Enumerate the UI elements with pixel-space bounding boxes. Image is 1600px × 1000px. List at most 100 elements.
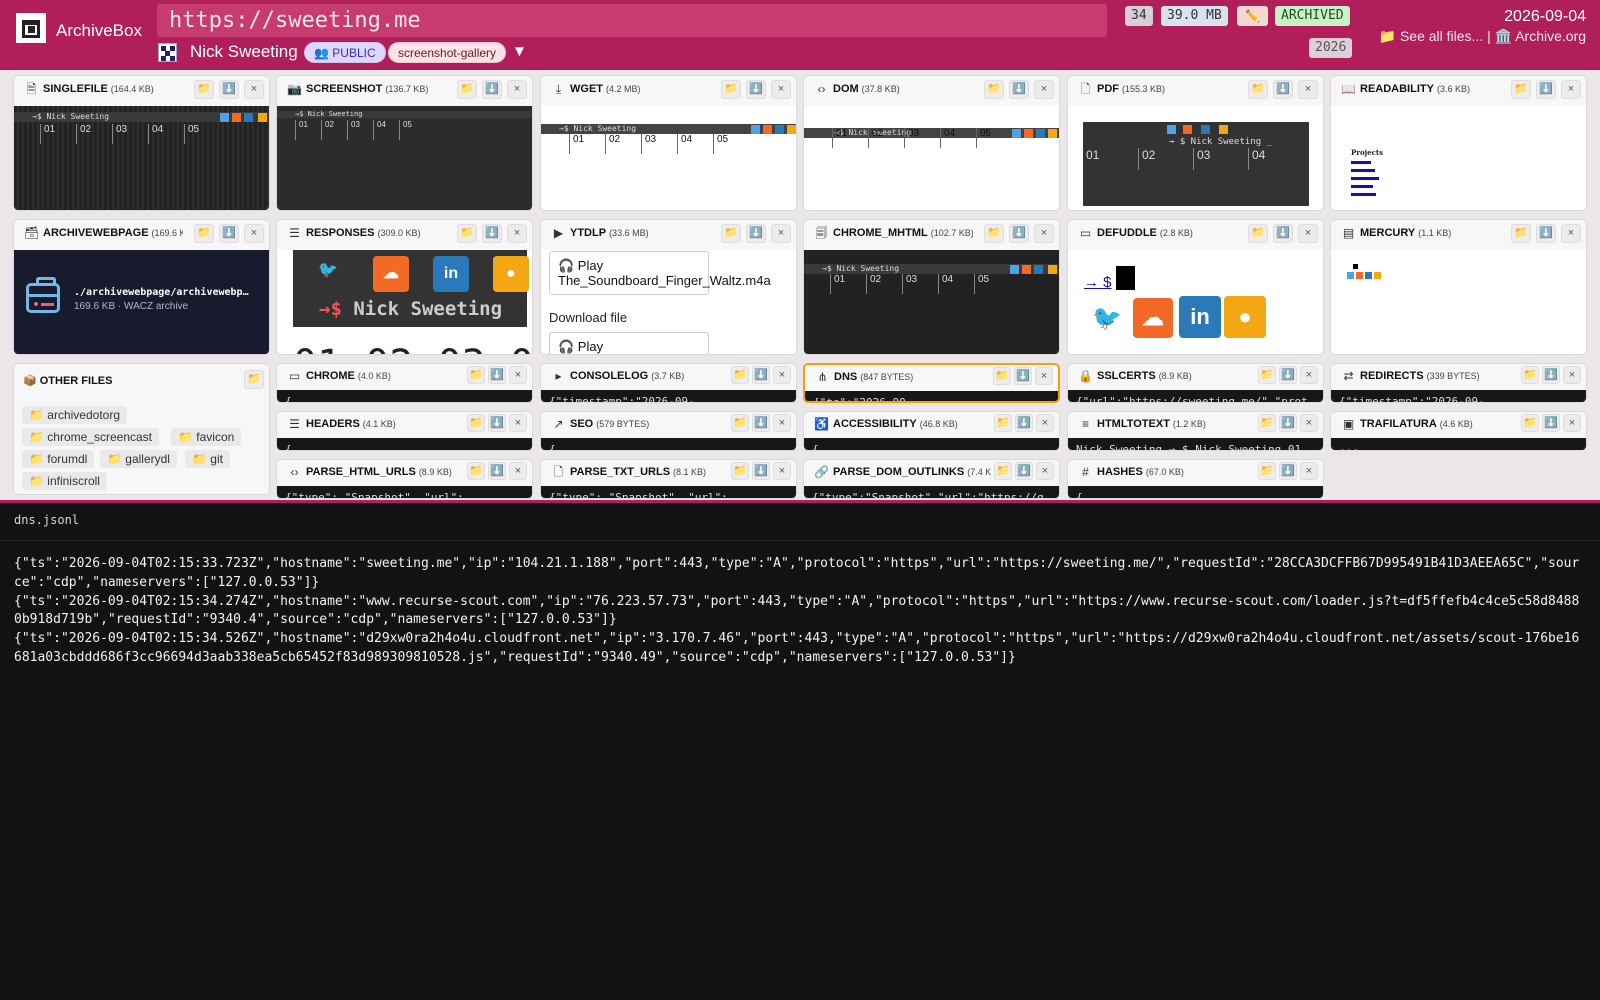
close-button[interactable]: × — [1035, 367, 1053, 385]
folder-button[interactable]: 📁 — [984, 80, 1004, 99]
card-chrome[interactable]: ▭ CHROME (4.0 KB) 📁 ⬇️ × {… — [276, 363, 533, 403]
download-button[interactable]: ⬇️ — [488, 366, 506, 384]
download-button[interactable]: ⬇️ — [1279, 414, 1297, 432]
card-chrome-mhtml[interactable]: 🗐 CHROME_MHTML (102.7 KB) 📁 ⬇️ × →$ Nick Swe… — [803, 219, 1060, 355]
prompt-link[interactable]: → $ — [1084, 274, 1112, 291]
download-button[interactable]: ⬇️ — [752, 414, 770, 432]
preview-ytdlp[interactable]: 🎧 Play The_Soundboard_Finger_Waltz.m4a D… — [541, 250, 796, 354]
card-archivewebpage[interactable]: 🗃ARCHIVEWEBPAGE(169.6 KB) 📁 ⬇️ × ./archive… — [13, 219, 270, 355]
card-wget[interactable]: ⤓ WGET (4.2 MB) 📁 ⬇️ × →$ Nick Sweeting 01 02… — [540, 75, 797, 211]
close-button[interactable]: × — [1298, 224, 1318, 243]
close-button[interactable]: × — [773, 462, 791, 480]
code-preview[interactable]: {"type":"Snapshot","url":"https://g… — [804, 486, 1059, 498]
preview-dom[interactable]: →$ Nick Sweeting 01 02 03 04 05 — [804, 106, 1059, 210]
close-button[interactable]: × — [1300, 414, 1318, 432]
folder-button[interactable]: 📁 — [1511, 80, 1531, 99]
download-file-link[interactable]: Download file — [549, 310, 627, 325]
card-responses[interactable]: ☰ RESPONSES (309.0 KB) 📁 ⬇️ × 🐦 ☁ in ● →$ Ni… — [276, 219, 533, 355]
close-button[interactable]: × — [1561, 80, 1581, 99]
folder-button[interactable]: 📁 — [994, 462, 1012, 480]
folder-button[interactable]: 📁 — [731, 462, 749, 480]
card-seo[interactable]: ↗ SEO (579 BYTES) 📁 ⬇️ × {… — [540, 411, 797, 451]
download-button[interactable]: ⬇️ — [1279, 462, 1297, 480]
download-button[interactable]: ⬇️ — [1009, 224, 1029, 243]
card-parse-txt-urls[interactable]: 🗋 PARSE_TXT_URLS (8.1 KB) 📁 ⬇️ × {"type": "Sna… — [540, 459, 797, 499]
card-hashes[interactable]: # HASHES (67.0 KB) 📁 ⬇️ × {… — [1067, 459, 1324, 499]
folder-button[interactable]: 📁 — [457, 80, 477, 99]
download-button[interactable]: ⬇️ — [1014, 367, 1032, 385]
folder-item[interactable]: 📁 chrome_screencast — [22, 428, 159, 446]
folder-item[interactable]: 📁 git — [185, 450, 230, 468]
download-button[interactable]: ⬇️ — [746, 224, 766, 243]
folder-button[interactable]: 📁 — [731, 366, 749, 384]
code-preview[interactable]: {… — [277, 390, 532, 402]
folder-button[interactable]: 📁 — [1521, 366, 1539, 384]
archivebox-logo[interactable] — [16, 13, 46, 43]
close-button[interactable]: × — [1300, 366, 1318, 384]
close-button[interactable]: × — [244, 224, 264, 243]
twitter-icon[interactable]: 🐦 — [1088, 300, 1126, 338]
code-preview[interactable]: {"timestamp":"2026-09-… — [1331, 390, 1586, 402]
close-button[interactable]: × — [1563, 366, 1581, 384]
folder-button[interactable]: 📁 — [721, 80, 741, 99]
folder-item[interactable]: 📁 archivedotorg — [22, 406, 127, 424]
app-name[interactable]: ArchiveBox — [56, 21, 142, 41]
close-button[interactable]: × — [1561, 224, 1581, 243]
preview-singlefile[interactable]: →$ Nick Sweeting 01 02 03 04 05 — [14, 106, 269, 210]
folder-button[interactable]: 📁 — [1248, 80, 1268, 99]
code-preview[interactable]: {"type": "Snapshot", "url": … — [277, 486, 532, 498]
close-button[interactable]: × — [509, 366, 527, 384]
card-trafilatura[interactable]: ▣ TRAFILATURA (4.6 KB) 📁 ⬇️ × ---… — [1330, 411, 1587, 451]
download-button[interactable]: ⬇️ — [1015, 414, 1033, 432]
preview-archivewebpage[interactable]: ./archivewebpage/archivewebpage.wacz 169… — [14, 250, 269, 354]
close-button[interactable]: × — [1034, 224, 1054, 243]
folder-button[interactable]: 📁 — [467, 462, 485, 480]
download-button[interactable]: ⬇️ — [1273, 224, 1293, 243]
card-sslcerts[interactable]: 🔒 SSLCERTS (8.9 KB) 📁 ⬇️ × {"url":"https://swe… — [1067, 363, 1324, 403]
card-readability[interactable]: 📖 READABILITY (3.6 KB) 📁 ⬇️ × Projects — [1330, 75, 1587, 211]
close-button[interactable]: × — [1034, 80, 1054, 99]
download-button[interactable]: ⬇️ — [219, 224, 239, 243]
close-button[interactable]: × — [1036, 414, 1054, 432]
viewer-content[interactable]: {"ts":"2026-09-04T02:15:33.723Z","hostna… — [14, 555, 1586, 668]
card-accessibility[interactable]: ♿ ACCESSIBILITY (46.8 KB) 📁 ⬇️ × {… — [803, 411, 1060, 451]
folder-button[interactable]: 📁 — [467, 414, 485, 432]
folder-button[interactable]: 📁 — [984, 224, 1004, 243]
url-bar[interactable]: https://sweeting.me — [157, 4, 1107, 37]
preview-pdf[interactable]: → $ Nick Sweeting _ 01 02 03 04 — [1068, 106, 1323, 210]
preview-screenshot[interactable]: →$ Nick Sweeting 01 02 03 04 05 — [277, 106, 532, 210]
folder-button[interactable]: 📁 — [1258, 366, 1276, 384]
linkedin-icon[interactable]: in — [1179, 296, 1221, 338]
preview-chrome-mhtml[interactable]: →$ Nick Sweeting 01 02 03 04 05 — [804, 250, 1059, 354]
card-pdf[interactable]: 🗋 PDF (155.3 KB) 📁 ⬇️ × → $ Nick Sweeting _ … — [1067, 75, 1324, 211]
preview-defuddle[interactable]: → $ 🐦 ☁ in ● — [1068, 250, 1323, 354]
folder-button[interactable]: 📁 — [1258, 414, 1276, 432]
download-button[interactable]: ⬇️ — [219, 80, 239, 99]
card-dom[interactable]: ‹› DOM (37.8 KB) 📁 ⬇️ × →$ Nick Sweeting 01 0… — [803, 75, 1060, 211]
close-button[interactable]: × — [1300, 462, 1318, 480]
preview-mercury[interactable] — [1331, 250, 1586, 354]
download-button[interactable]: ⬇️ — [1015, 462, 1033, 480]
close-button[interactable]: × — [773, 414, 791, 432]
code-preview[interactable]: {… — [277, 438, 532, 450]
card-screenshot[interactable]: 📷 SCREENSHOT (136.7 KB) 📁 ⬇️ × →$ Nick Sweet… — [276, 75, 533, 211]
card-consolelog[interactable]: ▸ CONSOLELOG (3.7 KB) 📁 ⬇️ × {"timestamp":"202… — [540, 363, 797, 403]
download-button[interactable]: ⬇️ — [488, 414, 506, 432]
close-button[interactable]: × — [1036, 462, 1054, 480]
folder-item[interactable]: 📁 forumdl — [22, 450, 95, 468]
folder-button[interactable]: 📁 — [993, 367, 1011, 385]
card-htmltotext[interactable]: ≡ HTMLTOTEXT (1.2 KB) 📁 ⬇️ × Nick Sweeting → $… — [1067, 411, 1324, 451]
close-button[interactable]: × — [244, 80, 264, 99]
preview-wget[interactable]: →$ Nick Sweeting 01 02 03 04 05 — [541, 106, 796, 210]
folder-button[interactable]: 📁 — [194, 224, 214, 243]
folder-button[interactable]: 📁 — [1248, 224, 1268, 243]
folder-button[interactable]: 📁 — [467, 366, 485, 384]
code-preview[interactable]: {"ts":"2026-09-… — [805, 391, 1058, 401]
card-mercury[interactable]: ▤ MERCURY (1.1 KB) 📁 ⬇️ × — [1330, 219, 1587, 355]
code-preview[interactable]: {"timestamp":"2026-09-… — [541, 390, 796, 402]
folder-button[interactable]: 📁 — [731, 414, 749, 432]
folder-item[interactable]: 📁 infiniscroll — [22, 472, 107, 490]
folder-item[interactable]: 📁 gallerydl — [100, 450, 177, 468]
github-icon[interactable]: ● — [1224, 296, 1266, 338]
code-preview[interactable]: {"type": "Snapshot", "url": … — [541, 486, 796, 498]
